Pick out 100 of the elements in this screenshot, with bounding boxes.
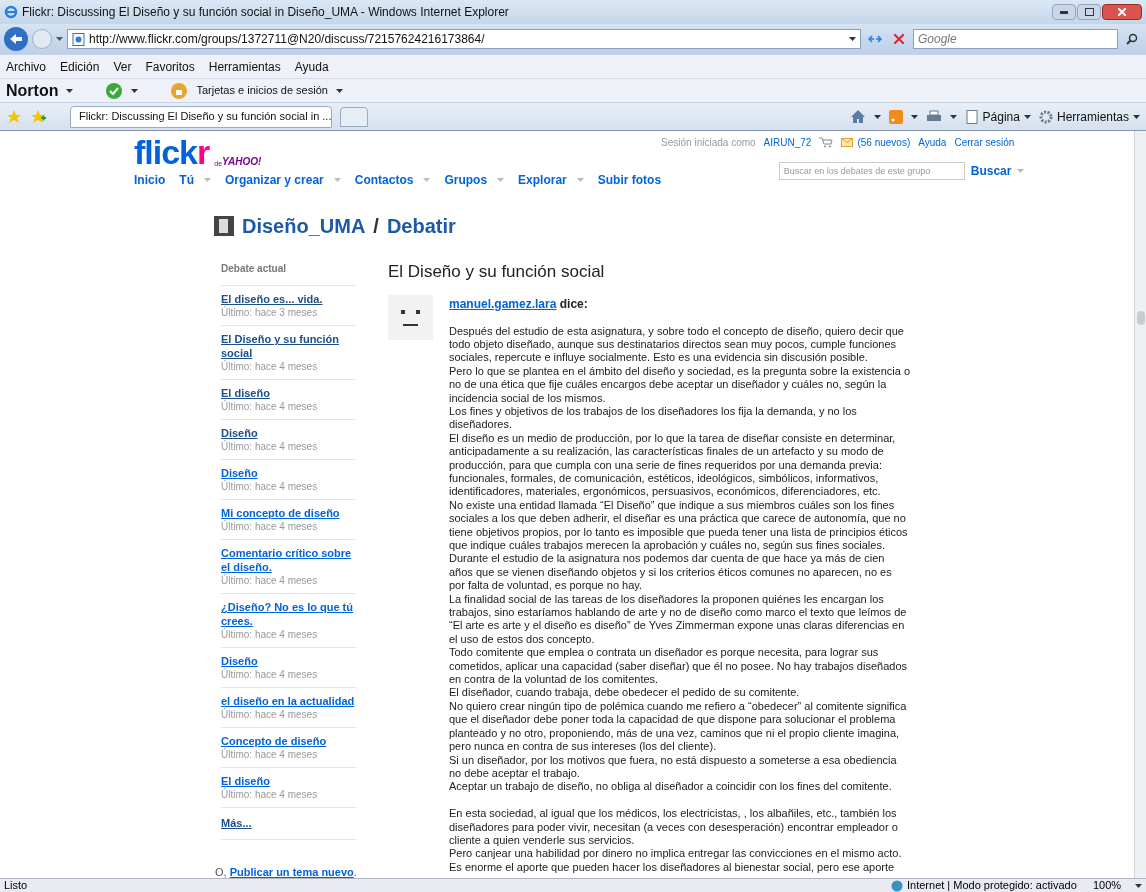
caret-icon (873, 114, 881, 119)
scrollbar[interactable] (1134, 131, 1146, 878)
section-link[interactable]: Debatir (386, 211, 456, 241)
topic-meta: Último: hace 3 meses (221, 306, 319, 320)
toolbar-menu-button[interactable]: Herramientas (1038, 107, 1140, 126)
status-text: Listo (4, 878, 29, 892)
lock-icon (170, 81, 189, 100)
nav-link[interactable]: Organizar y crear (225, 171, 324, 189)
group-link[interactable]: Diseño_UMA (242, 211, 366, 241)
security-zone: Internet | Modo protegido: activado (907, 878, 1078, 892)
topic-link[interactable]: el diseño en la actualidad (221, 694, 356, 708)
new-topic-link[interactable]: Publicar un tema nuevo (229, 865, 354, 878)
topic-link[interactable]: Diseño (221, 654, 356, 668)
topic-meta: Último: hace 4 meses (221, 788, 319, 802)
check-icon[interactable] (105, 81, 124, 100)
topic-link[interactable]: El diseño (221, 774, 356, 788)
caret-icon (1017, 169, 1025, 173)
feed-icon[interactable] (888, 109, 903, 124)
topic-link[interactable]: ¿Diseño? No es lo que tú crees. (221, 600, 356, 628)
topic-meta: Último: hace 4 meses (221, 400, 319, 414)
topic-meta: Último: hace 4 meses (221, 360, 319, 374)
topic-meta: Último: hace 4 meses (221, 520, 319, 534)
topic-meta: Último: hace 4 meses (221, 708, 319, 722)
norton-logo[interactable]: Norton (6, 78, 59, 103)
caret-icon (910, 114, 918, 119)
nav-link[interactable]: Tú (179, 171, 194, 189)
refresh-icon (868, 33, 882, 45)
search-button[interactable]: Buscar (970, 162, 1012, 180)
author-link[interactable]: manuel.gamez.lara (449, 296, 557, 311)
caret-icon (497, 178, 505, 182)
user-link[interactable]: AIRUN_72 (763, 135, 812, 150)
header-link[interactable]: Ayuda (918, 135, 947, 150)
mail-icon[interactable] (841, 138, 854, 147)
new-topic-suffix: . (353, 865, 357, 878)
maximize-button[interactable] (1077, 4, 1101, 20)
search-icon (1126, 33, 1138, 45)
nav-link[interactable]: Inicio (134, 171, 166, 189)
minimize-button[interactable] (1052, 4, 1076, 20)
menu-item[interactable]: Archivo (6, 57, 46, 76)
topic-link[interactable]: Concepto de diseño (221, 734, 356, 748)
topic-link[interactable]: Comentario crítico sobre el diseño. (221, 546, 356, 574)
back-button[interactable] (4, 27, 28, 51)
home-icon[interactable] (849, 109, 866, 124)
topic-link[interactable]: El diseño es... vida. (221, 292, 356, 306)
cards-button[interactable]: Tarjetas e inicios de sesión (196, 82, 328, 99)
search-field[interactable]: Google (913, 29, 1118, 49)
caret-icon (56, 37, 63, 41)
menu-item[interactable]: Edición (60, 57, 100, 76)
caret-icon (1135, 883, 1142, 888)
sidebar-heading: Debate actual (221, 261, 356, 286)
address-field[interactable]: http://www.flickr.com/groups/1372711@N20/discuss/72157624216173864/ (67, 29, 861, 49)
star-icon[interactable] (6, 108, 22, 125)
nav-link[interactable]: Subir fotos (597, 171, 662, 189)
menu-item[interactable]: Ver (113, 57, 132, 76)
topic-link[interactable]: El diseño (221, 386, 356, 400)
search-field[interactable]: Buscar en los debates de este grupo (778, 162, 965, 180)
cart-icon[interactable] (819, 137, 834, 148)
minimize-icon (1060, 10, 1068, 14)
caret-icon (949, 114, 957, 119)
browser-tab[interactable]: Flickr: Discussing El Diseño y su función social in ... (70, 105, 332, 128)
topic-link[interactable]: Mi concepto de diseño (221, 506, 356, 520)
post-paragraph: En esta sociedad, al igual que los médicos, los electricistas, , los albañiles, etc., también los diseñadores para poder vivir, necesitan (a veces con desesperación) encontrar empleador o cliente a quien venderle sus servicios. Pero canjear una habilidad por dinero no implica entregar las convicciones en el mismo acto. Es enorme el aporte que pueden hacer los diseñadores al bienestar social, pero ese aporte (449, 807, 903, 875)
topic-link[interactable]: El Diseño y su función social (221, 332, 356, 360)
topic-meta: Último: hace 4 meses (221, 440, 319, 454)
caret-icon (66, 88, 74, 93)
menu-item[interactable]: Ayuda (294, 57, 329, 76)
topic-meta: Último: hace 4 meses (221, 574, 319, 588)
caret-icon (1133, 114, 1140, 119)
toolbar-menu-button[interactable]: Página (964, 107, 1031, 126)
caret-icon (333, 178, 341, 182)
new-tab-button[interactable] (340, 106, 368, 127)
nav-link[interactable]: Grupos (444, 171, 488, 189)
printer-icon[interactable] (925, 109, 942, 124)
browser-logo-icon (4, 5, 18, 19)
topic-meta: Último: hace 4 meses (221, 748, 319, 762)
nav-link[interactable]: Contactos (354, 171, 414, 189)
page-icon (964, 109, 979, 124)
menu-item[interactable]: Herramientas (208, 57, 281, 76)
forward-button[interactable] (32, 29, 52, 49)
nav-link[interactable]: Explorar (518, 171, 567, 189)
page-icon (72, 32, 85, 46)
close-icon (1118, 8, 1126, 16)
header-link[interactable]: Cerrar sesión (954, 135, 1015, 150)
close-button[interactable] (1102, 4, 1142, 20)
close-icon (894, 34, 904, 44)
signed-in-label: Sesión iniciada como (661, 136, 756, 150)
window-title: Flickr: Discussing El Diseño y su función social in Diseño_UMA - Windows Internet Explorer (22, 4, 509, 21)
caret-icon (131, 88, 139, 93)
zoom-level[interactable]: 100% (1093, 877, 1135, 892)
new-mail-link[interactable]: (56 nuevos) (857, 135, 911, 150)
add-favorite-icon[interactable] (30, 108, 46, 125)
topic-link[interactable]: Diseño (221, 466, 356, 480)
caret-icon (423, 178, 431, 182)
caret-icon (849, 37, 856, 41)
topic-meta: Último: hace 4 meses (221, 480, 319, 494)
caret-icon (576, 178, 584, 182)
menu-item[interactable]: Favoritos (145, 57, 195, 76)
topic-meta: Último: hace 4 meses (221, 628, 319, 642)
topic-link[interactable]: Diseño (221, 426, 356, 440)
more-link[interactable]: Más... (221, 817, 252, 829)
